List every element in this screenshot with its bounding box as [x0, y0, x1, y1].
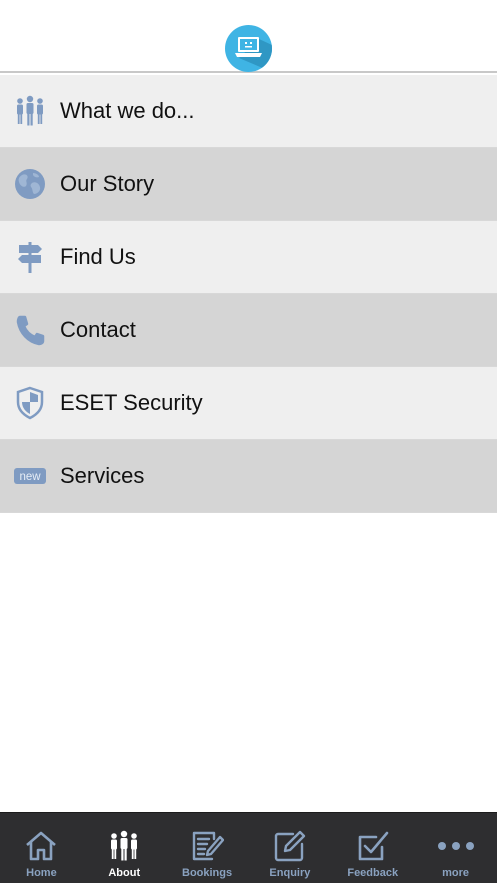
menu-item-label: Contact: [60, 317, 136, 342]
tab-about[interactable]: About: [83, 813, 166, 883]
edit-icon: [270, 828, 310, 864]
menu-item-find-us[interactable]: Find Us: [0, 221, 497, 294]
tab-label: About: [108, 867, 141, 879]
tab-label: Home: [26, 867, 57, 879]
tab-bookings[interactable]: Bookings: [166, 813, 249, 883]
home-icon: [21, 828, 61, 864]
menu-item-label: Find Us: [60, 244, 136, 269]
new-badge-text: new: [19, 471, 41, 483]
tab-home[interactable]: Home: [0, 813, 83, 883]
menu-item-eset-security[interactable]: ESET Security: [0, 367, 497, 440]
menu-item-label: What we do...: [60, 98, 195, 123]
shield-icon: [0, 367, 60, 440]
laptop-icon: [225, 25, 272, 72]
tab-label: Feedback: [347, 867, 399, 879]
tab-enquiry[interactable]: Enquiry: [248, 813, 331, 883]
tab-label: more: [442, 867, 469, 879]
tab-feedback[interactable]: Feedback: [331, 813, 414, 883]
tab-more[interactable]: more: [414, 813, 497, 883]
about-menu-list: What we do... Our Story Find Us Contact …: [0, 75, 497, 513]
app-header: [0, 0, 497, 73]
menu-item-contact[interactable]: Contact: [0, 294, 497, 367]
menu-item-our-story[interactable]: Our Story: [0, 148, 497, 221]
people-icon: [104, 828, 144, 864]
menu-item-label: Services: [60, 463, 145, 488]
checkbox-icon: [353, 828, 393, 864]
notepad-icon: [187, 828, 227, 864]
menu-item-label: Our Story: [60, 171, 155, 196]
menu-item-label: ESET Security: [60, 390, 203, 415]
tab-label: Bookings: [182, 867, 233, 879]
people-icon: [0, 75, 60, 148]
signpost-icon: [0, 221, 60, 294]
more-dots-icon: [436, 828, 476, 864]
menu-item-what-we-do[interactable]: What we do...: [0, 75, 497, 148]
bottom-tab-bar: Home About Bookings Enquiry Feedback mor…: [0, 812, 497, 883]
phone-icon: [0, 294, 60, 367]
new-badge-icon: new: [0, 440, 60, 513]
menu-item-services[interactable]: new Services: [0, 440, 497, 513]
tab-label: Enquiry: [269, 867, 311, 879]
globe-icon: [0, 148, 60, 221]
